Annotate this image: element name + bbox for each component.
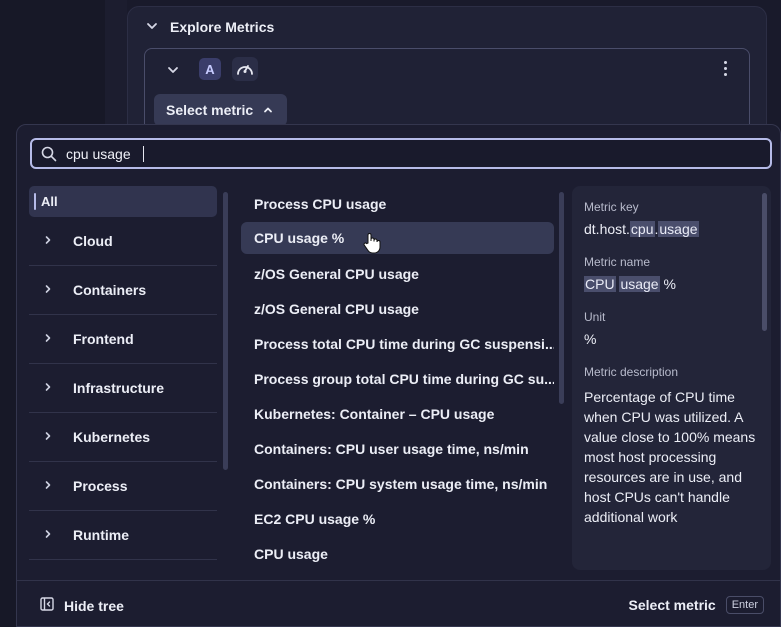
tree-item-label: Infrastructure (73, 380, 165, 396)
chevron-right-icon (43, 529, 73, 542)
text-caret (143, 146, 144, 162)
tree-item-label: Process (73, 478, 128, 494)
explore-header[interactable]: Explore Metrics (146, 19, 274, 35)
tree-item-label: Cloud (73, 233, 113, 249)
metric-result-item[interactable]: Process CPU usage (241, 186, 554, 221)
metric-result-item[interactable]: z/OS General CPU usage (241, 291, 554, 326)
search-box[interactable] (30, 138, 772, 169)
chevron-right-icon (43, 333, 73, 346)
metric-description-label: Metric description (584, 365, 679, 379)
enter-key-hint: Enter (725, 596, 764, 614)
metric-results-list: Process CPU usage CPU usage % z/OS General… (241, 186, 554, 571)
sidebar-collapse-icon (40, 597, 54, 614)
tree-item-process[interactable]: Process (29, 462, 217, 511)
metric-key-value: dt.host.cpu.usage (584, 221, 699, 237)
gauge-icon[interactable] (232, 57, 258, 81)
metric-result-item[interactable]: CPU usage (241, 536, 554, 571)
metric-result-item[interactable]: Containers: CPU system usage time, ns/mi… (241, 466, 554, 501)
explore-title: Explore Metrics (170, 19, 275, 35)
tree-item-infrastructure[interactable]: Infrastructure (29, 364, 217, 413)
metric-details-panel: Metric key dt.host.cpu.usage Metric name… (572, 186, 771, 570)
chevron-down-icon[interactable] (167, 63, 179, 81)
hide-tree-button[interactable]: Hide tree (40, 597, 124, 614)
search-input[interactable] (66, 140, 756, 167)
metric-name-label: Metric name (584, 255, 651, 269)
metric-result-item[interactable]: Kubernetes: Container – CPU usage (241, 396, 554, 431)
chevron-right-icon (43, 284, 73, 297)
details-scrollbar[interactable] (762, 193, 767, 331)
picker-footer: Hide tree Select metric Enter (17, 580, 780, 627)
chevron-up-icon (263, 102, 273, 118)
unit-label: Unit (584, 310, 606, 324)
chevron-right-icon (43, 382, 73, 395)
tree-item-runtime[interactable]: Runtime (29, 511, 217, 560)
metric-result-item[interactable]: EC2 CPU usage % (241, 501, 554, 536)
select-metric-button[interactable]: Select metric (154, 94, 288, 126)
metric-result-item-selected[interactable]: CPU usage % (241, 222, 554, 254)
tree-item-frontend[interactable]: Frontend (29, 315, 217, 364)
tree-item-all[interactable]: All (29, 186, 217, 217)
search-icon (41, 146, 57, 167)
metric-key-label: Metric key (584, 200, 639, 214)
metric-description: Percentage of CPU time when CPU was util… (584, 389, 756, 525)
footer-select-metric-button[interactable]: Select metric (629, 597, 716, 613)
select-metric-label: Select metric (166, 102, 254, 118)
more-options-icon[interactable] (724, 61, 727, 76)
metric-result-item[interactable]: Process group total CPU time during GC s… (241, 361, 554, 396)
tree-item-kubernetes[interactable]: Kubernetes (29, 413, 217, 462)
metric-result-item[interactable]: z/OS General CPU usage (241, 256, 554, 291)
category-tree: All Cloud Containers Frontend Infrastructur… (29, 186, 217, 560)
tree-item-containers[interactable]: Containers (29, 266, 217, 315)
tree-item-cloud[interactable]: Cloud (29, 217, 217, 266)
tree-scrollbar[interactable] (223, 192, 228, 470)
chevron-down-icon[interactable] (146, 20, 158, 34)
tree-item-label: Frontend (73, 331, 134, 347)
metric-result-item[interactable]: Process total CPU time during GC suspens… (241, 326, 554, 361)
chevron-right-icon (43, 431, 73, 444)
chevron-right-icon (43, 480, 73, 493)
metric-picker-popover: All Cloud Containers Frontend Infrastructur… (16, 124, 781, 627)
metric-result-item[interactable]: Containers: CPU user usage time, ns/min (241, 431, 554, 466)
chevron-right-icon (43, 235, 73, 248)
tree-item-label: Containers (73, 282, 147, 298)
unit-value: % (584, 331, 597, 347)
tree-item-label: Kubernetes (73, 429, 151, 445)
hand-pointer-icon (363, 232, 381, 259)
tree-item-label: Runtime (73, 527, 129, 543)
metric-name-value: CPU usage % (584, 276, 676, 292)
query-letter-badge[interactable]: A (199, 58, 221, 80)
hide-tree-label: Hide tree (64, 597, 124, 614)
results-scrollbar[interactable] (559, 192, 564, 404)
